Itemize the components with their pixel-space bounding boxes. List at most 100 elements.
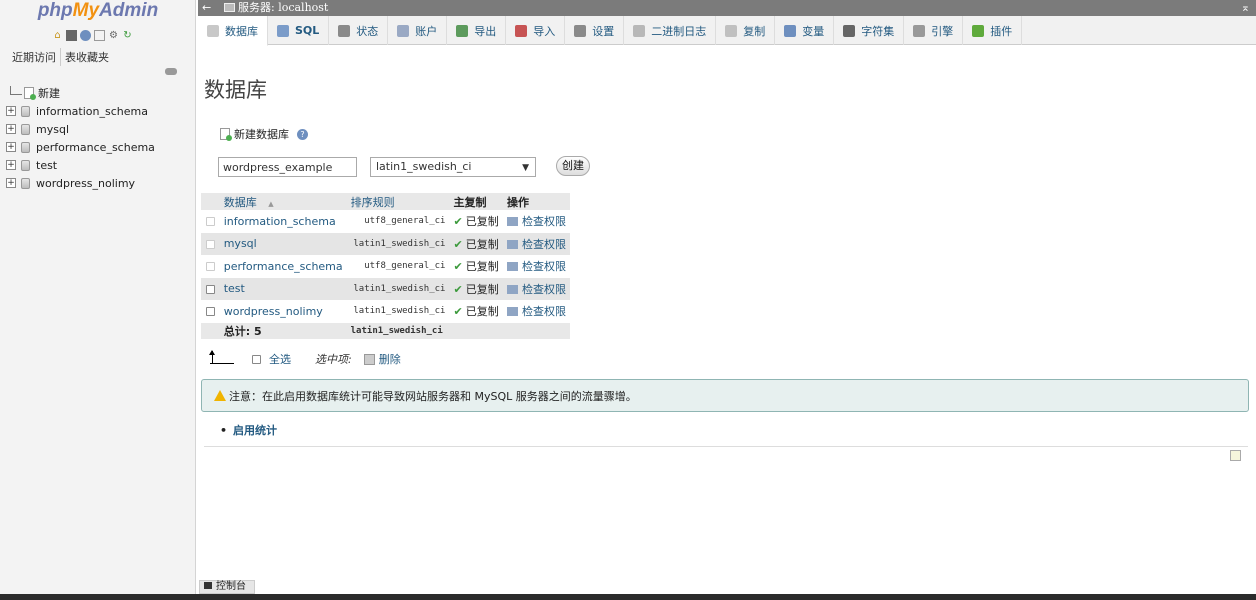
expand-icon[interactable]: + [6, 160, 16, 170]
tab-variables[interactable]: 变量 [775, 16, 835, 45]
check-privileges-link[interactable]: 检查权限 [503, 277, 570, 300]
db-name-link[interactable]: mysql [219, 232, 347, 255]
table-row: test latin1_swedish_ci ✔ 已复制 检查权限 [201, 277, 570, 300]
tree-item-information-schema[interactable]: + information_schema [6, 102, 194, 120]
database-table: 数据库 ▲ 排序规则 主复制 操作 information_schema utf… [201, 193, 570, 339]
row-checkbox-cell [201, 277, 220, 300]
phpmyadmin-logo[interactable]: phpMyAdmin [0, 0, 196, 28]
header-master-replication: 主复制 [449, 193, 503, 210]
favorites-tab[interactable]: 表收藏夹 [61, 48, 113, 66]
db-name-link[interactable]: information_schema [219, 210, 347, 233]
tree-item-performance-schema[interactable]: + performance_schema [6, 138, 194, 156]
page-settings-icon[interactable] [1230, 450, 1241, 461]
plugin-icon [972, 24, 985, 37]
recent-tab[interactable]: 近期访问 [8, 48, 61, 66]
check-privileges-link[interactable]: 检查权限 [503, 232, 570, 255]
expand-icon[interactable]: + [6, 124, 16, 134]
main-menu-tabs: 数据库 SQL 状态 账户 导出 导入 设置 二进制日志 复制 变量 字符集 引… [198, 16, 1256, 46]
gear-icon[interactable]: ⚙ [108, 30, 119, 41]
select-all-checkbox[interactable] [252, 354, 261, 364]
replication-status: ✔ 已复制 [449, 277, 503, 300]
db-collation: latin1_swedish_ci [346, 300, 450, 323]
select-all-label[interactable]: 全选 [269, 351, 291, 367]
tree-db-label[interactable]: wordpress_nolimy [36, 177, 135, 190]
tab-plugins[interactable]: 插件 [963, 16, 1023, 45]
nav-tabs: 近期访问 表收藏夹 [8, 48, 113, 66]
wrench-icon [574, 24, 587, 37]
tree-db-label[interactable]: mysql [36, 123, 69, 136]
binlog-icon [633, 24, 646, 37]
help-icon[interactable] [80, 30, 91, 41]
total-collation: latin1_swedish_ci [346, 322, 570, 339]
collation-select[interactable]: latin1_swedish_ci ▼ [370, 157, 536, 177]
table-row: performance_schema utf8_general_ci ✔ 已复制 … [201, 255, 570, 278]
header-database[interactable]: 数据库 ▲ [219, 193, 347, 210]
expand-icon[interactable]: + [6, 106, 16, 116]
tree-item-wordpress-nolimy[interactable]: + wordpress_nolimy [6, 174, 194, 192]
create-database-label: 新建数据库 [234, 128, 289, 141]
delete-button[interactable]: 删除 [379, 351, 401, 367]
link-with-main-icon[interactable] [165, 68, 177, 75]
server-breadcrumb[interactable]: 服务器: localhost [238, 0, 328, 16]
tab-import[interactable]: 导入 [506, 16, 566, 45]
tree-item-new[interactable]: 新建 [6, 84, 194, 102]
console-toggle[interactable]: 控制台 [199, 580, 255, 594]
enable-statistics-link[interactable]: 启用统计 [220, 422, 277, 438]
db-name-link[interactable]: wordpress_nolimy [219, 300, 347, 323]
row-checkbox[interactable] [205, 262, 215, 272]
new-database-icon [220, 128, 232, 141]
table-total-row: 总计: 5 latin1_swedish_ci [201, 322, 570, 339]
db-name-link[interactable]: test [219, 277, 347, 300]
check-privileges-link[interactable]: 检查权限 [503, 210, 570, 233]
back-arrow-icon[interactable]: ← [202, 0, 211, 16]
row-checkbox[interactable] [205, 239, 215, 249]
table-row: information_schema utf8_general_ci ✔ 已复制 … [201, 210, 570, 233]
tree-db-label[interactable]: test [36, 159, 57, 172]
row-checkbox[interactable] [205, 284, 215, 294]
sql-query-icon[interactable] [66, 30, 77, 41]
create-button[interactable]: 创建 [556, 156, 590, 176]
help-icon[interactable]: ? [297, 128, 308, 140]
database-icon [21, 105, 30, 117]
database-icon [21, 141, 30, 153]
tab-sql[interactable]: SQL [268, 16, 330, 45]
tab-settings[interactable]: 设置 [565, 16, 625, 45]
tab-export[interactable]: 导出 [447, 16, 507, 45]
docs-icon[interactable] [94, 30, 105, 41]
reload-icon[interactable]: ↻ [122, 30, 133, 41]
tree-db-label[interactable]: performance_schema [36, 141, 155, 154]
tree-item-test[interactable]: + test [6, 156, 194, 174]
navigation-panel: phpMyAdmin ⌂ ⚙ ↻ 近期访问 表收藏夹 新建 + informat… [0, 0, 196, 594]
replication-status: ✔ 已复制 [449, 255, 503, 278]
row-checkbox[interactable] [205, 307, 215, 317]
check-privileges-link[interactable]: 检查权限 [503, 255, 570, 278]
privileges-icon [507, 239, 518, 249]
tab-databases[interactable]: 数据库 [198, 16, 268, 46]
table-row: mysql latin1_swedish_ci ✔ 已复制 检查权限 [201, 232, 570, 255]
tab-charsets[interactable]: 字符集 [834, 16, 905, 45]
tab-status[interactable]: 状态 [329, 16, 389, 45]
tab-replication[interactable]: 复制 [716, 16, 776, 45]
collation-selected-value: latin1_swedish_ci [376, 160, 472, 173]
tree-item-mysql[interactable]: + mysql [6, 120, 194, 138]
row-checkbox[interactable] [205, 217, 215, 227]
collapse-icon[interactable]: ⌅ [1241, 0, 1250, 16]
arrow-up-icon [209, 350, 234, 364]
home-icon[interactable]: ⌂ [52, 30, 63, 41]
tab-accounts[interactable]: 账户 [388, 16, 448, 45]
database-name-input[interactable] [218, 157, 357, 177]
database-icon [207, 24, 219, 37]
expand-icon[interactable]: + [6, 142, 16, 152]
main-content: 数据库 新建数据库 ? latin1_swedish_ci ▼ 创建 数据库 ▲… [198, 46, 1256, 582]
tab-engines[interactable]: 引擎 [904, 16, 964, 45]
chevron-down-icon: ▼ [522, 163, 529, 173]
check-icon: ✔ [453, 215, 463, 229]
accounts-icon [397, 24, 410, 37]
db-name-link[interactable]: performance_schema [219, 255, 347, 278]
check-privileges-link[interactable]: 检查权限 [503, 300, 570, 323]
tab-binlog[interactable]: 二进制日志 [624, 16, 717, 45]
header-collation[interactable]: 排序规则 [346, 193, 450, 210]
tree-db-label[interactable]: information_schema [36, 105, 148, 118]
expand-icon[interactable]: + [6, 178, 16, 188]
server-breadcrumb-bar: ← 服务器: localhost ⌅ [198, 0, 1256, 16]
